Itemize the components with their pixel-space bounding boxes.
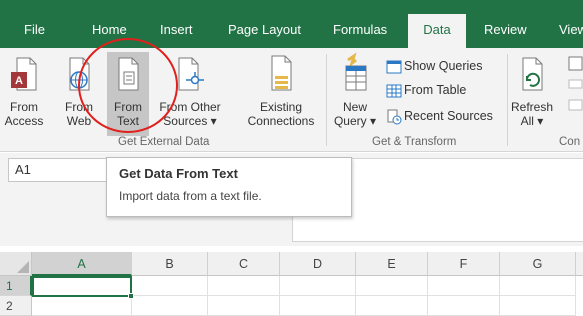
show-queries-icon (386, 60, 402, 74)
cell[interactable] (428, 276, 500, 296)
from-other-line2: Sources ▾ (163, 114, 217, 128)
cell[interactable] (500, 276, 576, 296)
cell[interactable] (428, 296, 500, 316)
cell[interactable] (280, 296, 356, 316)
access-db-icon: A (11, 57, 37, 91)
tab-data[interactable]: Data (408, 14, 466, 48)
active-cell-a1[interactable] (32, 276, 132, 297)
new-query-button[interactable]: New Query ▾ (332, 52, 378, 134)
column-header-a[interactable]: A (32, 252, 132, 276)
cell[interactable] (356, 276, 428, 296)
column-header-d[interactable]: D (280, 252, 356, 276)
tooltip-title: Get Data From Text (119, 166, 238, 181)
row-header-2[interactable]: 2 (0, 296, 32, 316)
tab-view[interactable]: View (559, 10, 583, 48)
existing-line2: Connections (247, 114, 315, 128)
connections-file-icon (271, 55, 292, 91)
group-separator (507, 54, 508, 146)
refresh-line1: Refresh (510, 100, 554, 114)
other-sources-icon (178, 57, 204, 91)
cell[interactable] (208, 296, 280, 316)
group-label-connections: Con (559, 136, 581, 148)
refresh-line2: All ▾ (520, 114, 544, 128)
cell[interactable] (500, 296, 576, 316)
column-header-c[interactable]: C (208, 252, 280, 276)
tab-file[interactable]: File (24, 10, 45, 48)
svg-text:A: A (15, 75, 23, 87)
new-query-line1: New (342, 100, 367, 114)
recent-sources-label: Recent Sources (404, 109, 493, 123)
tab-review[interactable]: Review (484, 10, 527, 48)
tooltip: Get Data From Text Import data from a te… (106, 157, 352, 217)
new-query-icon (345, 52, 367, 91)
cell[interactable] (208, 276, 280, 296)
show-queries-label: Show Queries (404, 59, 483, 73)
from-table-button[interactable]: From Table (386, 80, 466, 100)
column-header-b[interactable]: B (132, 252, 208, 276)
ribbon-tab-bar: File Home Insert Page Layout Formulas Da… (0, 0, 583, 48)
worksheet-grid[interactable]: A B C D E F G 1 2 (0, 252, 583, 316)
table-icon (386, 84, 402, 98)
column-header-g[interactable]: G (500, 252, 576, 276)
recent-sources-icon (387, 109, 402, 125)
column-header-e[interactable]: E (356, 252, 428, 276)
tab-formulas[interactable]: Formulas (333, 10, 387, 48)
name-box[interactable]: A1 (8, 158, 120, 182)
from-access-button[interactable]: A From Access (2, 52, 46, 134)
group-label-get-transform: Get & Transform (372, 136, 457, 148)
existing-line1: Existing (259, 100, 303, 114)
cell[interactable] (132, 276, 208, 296)
from-table-label: From Table (404, 83, 467, 97)
tab-page-layout[interactable]: Page Layout (228, 10, 301, 48)
select-all-corner[interactable] (0, 252, 32, 276)
refresh-icon (522, 57, 543, 91)
refresh-all-button[interactable]: Refresh All ▾ (510, 52, 554, 134)
row-header-1[interactable]: 1 (0, 276, 32, 296)
existing-connections-button[interactable]: Existing Connections (240, 52, 322, 134)
fill-handle[interactable] (128, 293, 134, 299)
tab-insert[interactable]: Insert (160, 10, 193, 48)
connections-icon (568, 56, 583, 111)
recent-sources-button[interactable]: Recent Sources (386, 106, 493, 126)
group-label-get-external-data: Get External Data (118, 136, 210, 148)
column-header-f[interactable]: F (428, 252, 500, 276)
from-access-line2: Access (4, 114, 44, 128)
cell[interactable] (356, 296, 428, 316)
highlight-circle (78, 38, 178, 133)
column-header-partial[interactable] (576, 252, 583, 276)
cell[interactable] (280, 276, 356, 296)
from-web-line2: Web (66, 114, 92, 128)
from-access-line1: From (10, 100, 38, 114)
new-query-line2: Query ▾ (333, 114, 377, 128)
select-all-triangle-icon (17, 261, 29, 273)
group-separator (326, 54, 327, 146)
cell[interactable] (132, 296, 208, 316)
tooltip-body: Import data from a text file. (119, 189, 262, 203)
show-queries-button[interactable]: Show Queries (386, 56, 483, 76)
cell[interactable] (32, 296, 132, 316)
